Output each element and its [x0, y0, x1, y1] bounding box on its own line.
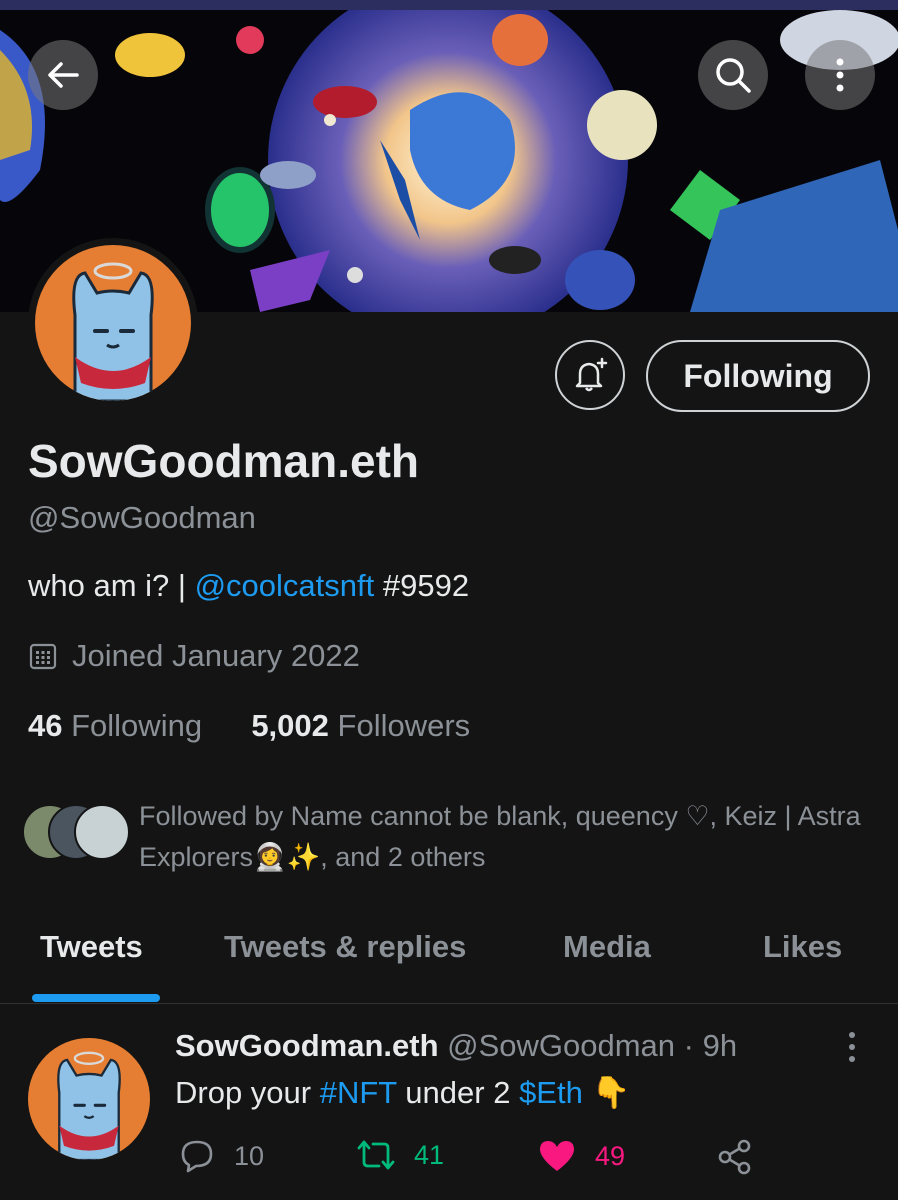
notifications-button[interactable]	[555, 340, 625, 410]
hashtag-link[interactable]: #NFT	[320, 1075, 397, 1110]
more-options-button[interactable]	[805, 40, 875, 110]
bio-mention-link[interactable]: @coolcatsnft	[195, 568, 375, 603]
more-vertical-icon	[849, 1032, 855, 1062]
arrow-left-icon	[48, 62, 79, 88]
tweet-author-handle[interactable]: @SowGoodman	[447, 1028, 675, 1063]
tweet-text: Drop your #NFT under 2 $Eth 👇	[175, 1074, 630, 1111]
tweet-time[interactable]: 9h	[703, 1028, 737, 1063]
profile-tabs: Tweets Tweets & replies Media Likes	[0, 925, 898, 1004]
tweet[interactable]: SowGoodman.eth @SowGoodman · 9h Drop you…	[0, 1004, 898, 1200]
bio-text: who am i? |	[28, 568, 195, 603]
share-button[interactable]	[716, 1138, 772, 1176]
bio-hashtag: #9592	[374, 568, 470, 603]
profile-avatar[interactable]	[28, 238, 198, 408]
follow-stats: 46 Following 5,002 Followers	[28, 708, 470, 744]
tweet-text-part: Drop your	[175, 1075, 320, 1110]
cool-cat-avatar-image	[28, 1038, 150, 1160]
search-button[interactable]	[698, 40, 768, 110]
retweet-button[interactable]: 41	[356, 1138, 444, 1172]
following-button[interactable]: Following	[646, 340, 870, 412]
display-name: SowGoodman.eth	[28, 435, 419, 487]
tweet-avatar[interactable]	[28, 1038, 150, 1160]
followed-by[interactable]: Followed by Name cannot be blank, queenc…	[22, 796, 882, 886]
status-strip	[0, 0, 898, 10]
tweet-author-name[interactable]: SowGoodman.eth	[175, 1028, 439, 1063]
bell-plus-icon	[575, 357, 608, 392]
following-stat[interactable]: 46 Following	[28, 708, 202, 743]
following-count: 46	[28, 708, 63, 743]
followers-label: Followers	[337, 708, 471, 743]
profile-bio: who am i? | @coolcatsnft #9592	[28, 568, 469, 604]
joined-text: Joined January 2022	[72, 638, 360, 673]
follower-avatar	[74, 804, 130, 860]
following-label: Following	[71, 708, 203, 743]
like-count: 49	[595, 1140, 626, 1171]
active-tab-indicator	[32, 994, 160, 1002]
tweet-more-button[interactable]	[838, 1030, 866, 1064]
tweet-separator: ·	[675, 1028, 703, 1063]
reply-icon	[181, 1140, 213, 1173]
share-icon	[718, 1139, 751, 1175]
search-icon	[716, 58, 751, 93]
cashtag-link[interactable]: $Eth	[519, 1075, 583, 1110]
tweet-header: SowGoodman.eth @SowGoodman · 9h	[175, 1028, 737, 1064]
heart-icon	[540, 1141, 574, 1171]
tab-media[interactable]: Media	[563, 929, 651, 965]
back-button[interactable]	[28, 40, 98, 110]
tab-tweets-replies[interactable]: Tweets & replies	[224, 929, 466, 965]
calendar-icon	[29, 643, 57, 670]
cool-cat-avatar-image	[35, 245, 191, 401]
followers-stat[interactable]: 5,002 Followers	[251, 708, 470, 743]
like-button[interactable]: 49	[537, 1138, 625, 1174]
tab-tweets[interactable]: Tweets	[40, 929, 143, 965]
retweet-count: 41	[414, 1139, 445, 1170]
followed-by-text: Followed by Name cannot be blank, queenc…	[139, 801, 861, 872]
reply-button[interactable]: 10	[178, 1138, 264, 1174]
retweet-icon	[357, 1140, 395, 1170]
followers-count: 5,002	[251, 708, 329, 743]
joined-date: Joined January 2022	[28, 638, 360, 674]
tab-likes[interactable]: Likes	[763, 929, 842, 965]
follower-avatars	[22, 804, 132, 860]
tweet-emoji: 👇	[582, 1075, 631, 1110]
profile-handle: @SowGoodman	[28, 500, 256, 535]
reply-count: 10	[234, 1140, 265, 1171]
more-vertical-icon	[836, 58, 844, 92]
tweet-text-part: under 2	[396, 1075, 520, 1110]
